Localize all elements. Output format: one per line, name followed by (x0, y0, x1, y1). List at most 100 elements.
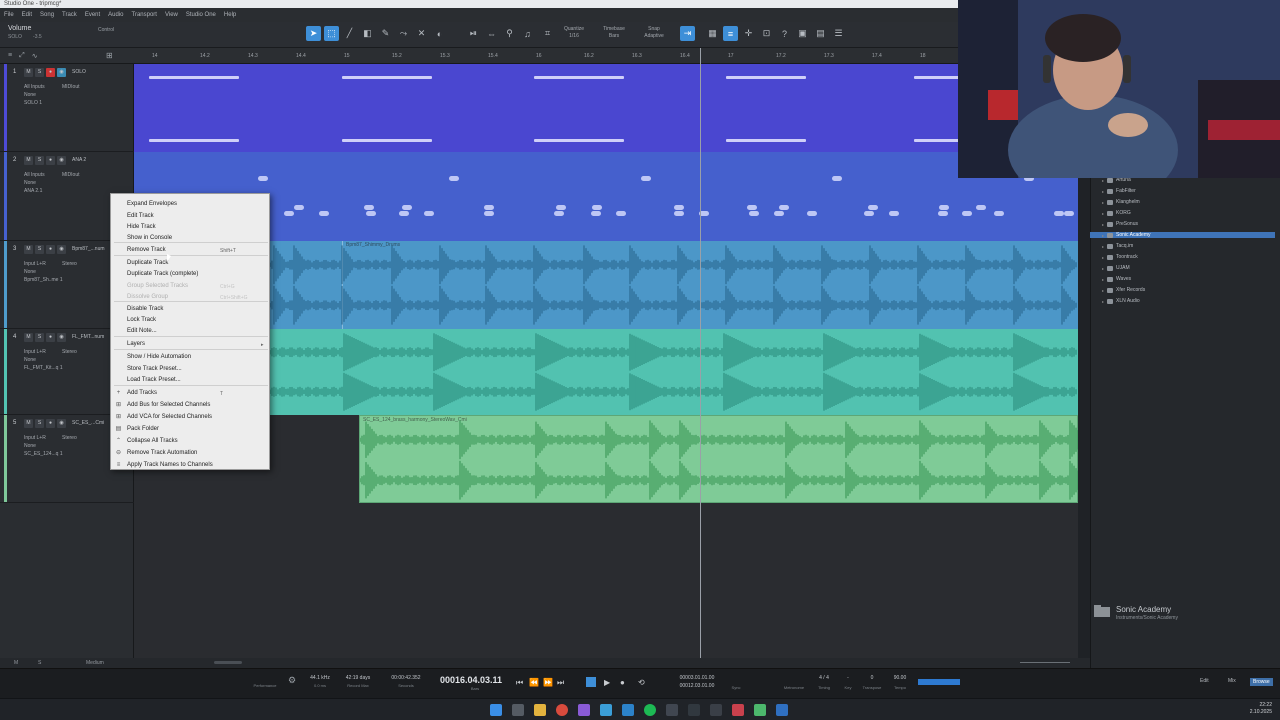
midi-note[interactable] (962, 211, 972, 216)
midi-note[interactable] (402, 205, 412, 210)
track-output[interactable]: Stereo (62, 349, 77, 355)
zoom-slider[interactable] (1020, 662, 1070, 663)
expand-arrow-icon[interactable]: ▸ (1102, 299, 1104, 304)
midi-note[interactable] (284, 211, 294, 216)
midi-note[interactable] (641, 176, 651, 181)
loop-end[interactable]: 00012.03.01.00 (670, 683, 724, 689)
track-header[interactable]: 1 M S ● ◉ SOLO All Inputs None SOLO 1 MI… (0, 64, 134, 152)
crosshair-icon[interactable]: ✛ (741, 26, 756, 41)
record-arm-button[interactable]: ● (46, 419, 55, 428)
explorer-icon[interactable] (534, 704, 546, 716)
midi-note[interactable] (807, 211, 817, 216)
track-channel[interactable]: None (24, 269, 36, 275)
app-icon[interactable] (578, 704, 590, 716)
browser-folder-item[interactable]: ▸ XLN Audio (1102, 298, 1140, 304)
midi-note[interactable] (484, 205, 494, 210)
track-input[interactable]: All Inputs (24, 172, 45, 178)
menu-item[interactable]: View (165, 8, 178, 22)
context-menu-item[interactable]: Add Tracks (127, 390, 157, 396)
midi-note[interactable] (832, 176, 842, 181)
context-menu-item[interactable]: Hide Track (127, 224, 156, 230)
playhead[interactable] (700, 48, 701, 658)
midi-note[interactable] (1064, 211, 1074, 216)
grid-icon[interactable]: ▦ (705, 26, 720, 41)
browser-folder-item[interactable]: ▸ Waves (1102, 276, 1131, 282)
solo-button[interactable]: S (35, 245, 44, 254)
tab-edit[interactable]: Edit (1200, 678, 1209, 684)
expand-arrow-icon[interactable]: ▸ (1102, 244, 1104, 249)
midi-note[interactable] (534, 76, 624, 79)
monitor-button[interactable]: ◉ (57, 419, 66, 428)
track-instrument[interactable]: SC_ES_124...q 1 (24, 451, 63, 457)
record-arm-button[interactable]: ● (46, 68, 55, 77)
browser-folder-item[interactable]: ▸ Toontrack (1102, 254, 1138, 260)
midi-note[interactable] (534, 139, 624, 142)
view-options-icon[interactable]: ☰ (831, 26, 846, 41)
browser-folder-item[interactable]: ▸ PreSonus (1102, 221, 1138, 227)
midi-note[interactable] (424, 211, 434, 216)
studio-one-icon[interactable] (776, 704, 788, 716)
start-icon[interactable] (490, 704, 502, 716)
midi-note[interactable] (294, 205, 304, 210)
metronome-label[interactable]: Metronome (776, 685, 812, 690)
context-menu-item[interactable]: Duplicate Track (complete) (127, 271, 198, 277)
search-icon[interactable] (512, 704, 524, 716)
stop-button[interactable] (586, 677, 596, 687)
midi-note[interactable] (864, 211, 874, 216)
mute-button[interactable]: M (24, 419, 33, 428)
spotify-icon[interactable] (644, 704, 656, 716)
midi-note[interactable] (749, 211, 759, 216)
skip-icon[interactable]: ⏯ (466, 26, 481, 41)
midi-note[interactable] (616, 211, 626, 216)
expand-arrow-icon[interactable]: ▸ (1102, 288, 1104, 293)
loop-end-icon[interactable]: ⏭ (557, 678, 564, 688)
listen-tool-icon[interactable]: ◐ (432, 26, 447, 41)
track-input[interactable]: Input L+R (24, 261, 46, 267)
context-menu-item[interactable]: Duplicate Track (127, 260, 168, 266)
mute-tool-icon[interactable]: ✕ (414, 26, 429, 41)
monitor-button[interactable]: ◉ (57, 333, 66, 342)
solo-button[interactable]: S (35, 333, 44, 342)
midi-note[interactable] (591, 211, 601, 216)
rewind-icon[interactable]: ⏪ (529, 678, 539, 687)
midi-note[interactable] (938, 211, 948, 216)
midi-note[interactable] (149, 139, 239, 142)
split-tool-icon[interactable]: ╱ (342, 26, 357, 41)
snap-select[interactable]: Snap Adaptive (640, 26, 668, 40)
loop-start-icon[interactable]: ⏮ (516, 678, 523, 688)
footer-s-icon[interactable]: S (38, 660, 41, 666)
midi-note[interactable] (366, 211, 376, 216)
context-menu-item[interactable]: Apply Track Names to Channels (127, 462, 213, 468)
midi-note[interactable] (484, 211, 494, 216)
system-clock[interactable]: 22:22 2.10.2025 (1250, 702, 1272, 716)
listen-icon[interactable]: ♫ (520, 26, 535, 41)
track-input[interactable]: All Inputs (24, 84, 45, 90)
menu-item[interactable]: File (4, 8, 14, 22)
track-channel[interactable]: None (24, 180, 36, 186)
expand-arrow-icon[interactable]: ▸ (1102, 200, 1104, 205)
solo-button[interactable]: S (35, 68, 44, 77)
midi-note[interactable] (319, 211, 329, 216)
chrome-icon[interactable] (556, 704, 568, 716)
timeline-ruler[interactable]: 14 14.2 14.3 14.4 15 15.2 15.3 15.4 16 16.2 16.3 16… (134, 48, 1090, 64)
browser-folder-item[interactable]: ▸ Xfer Records (1102, 287, 1145, 293)
browser-folder-item[interactable]: ▸ UJAM (1102, 265, 1130, 271)
record-button[interactable]: ● (620, 678, 625, 687)
context-menu-item[interactable]: Remove Track Automation (127, 450, 197, 456)
track-output[interactable]: Stereo (62, 435, 77, 441)
midi-note[interactable] (399, 211, 409, 216)
context-menu-item[interactable]: Load Track Preset... (127, 377, 181, 383)
follow-icon[interactable]: ≡ (723, 26, 738, 41)
track-name[interactable]: SC_ES_...Cmi (72, 420, 104, 426)
footer-m-icon[interactable]: M (14, 660, 18, 666)
context-menu-item[interactable]: Add VCA for Selected Channels (127, 414, 212, 420)
mute-button[interactable]: M (24, 245, 33, 254)
play-button[interactable]: ▶ (604, 678, 610, 687)
browser-folder-item[interactable]: ▸ Tacq.im (1102, 243, 1133, 249)
browser-folder-item[interactable]: ▸ Klanghelm (1102, 199, 1140, 205)
track-lane-5[interactable]: SC_ES_124_brass_harmony_StereoWav_Cmi (134, 415, 1078, 503)
expand-arrow-icon[interactable]: ▸ (1102, 211, 1104, 216)
monitor-button[interactable]: ◉ (57, 245, 66, 254)
loop-icon[interactable]: ⟲ (638, 678, 645, 687)
browser-folder-item[interactable]: ▸ Sonic Academy (1090, 232, 1275, 238)
